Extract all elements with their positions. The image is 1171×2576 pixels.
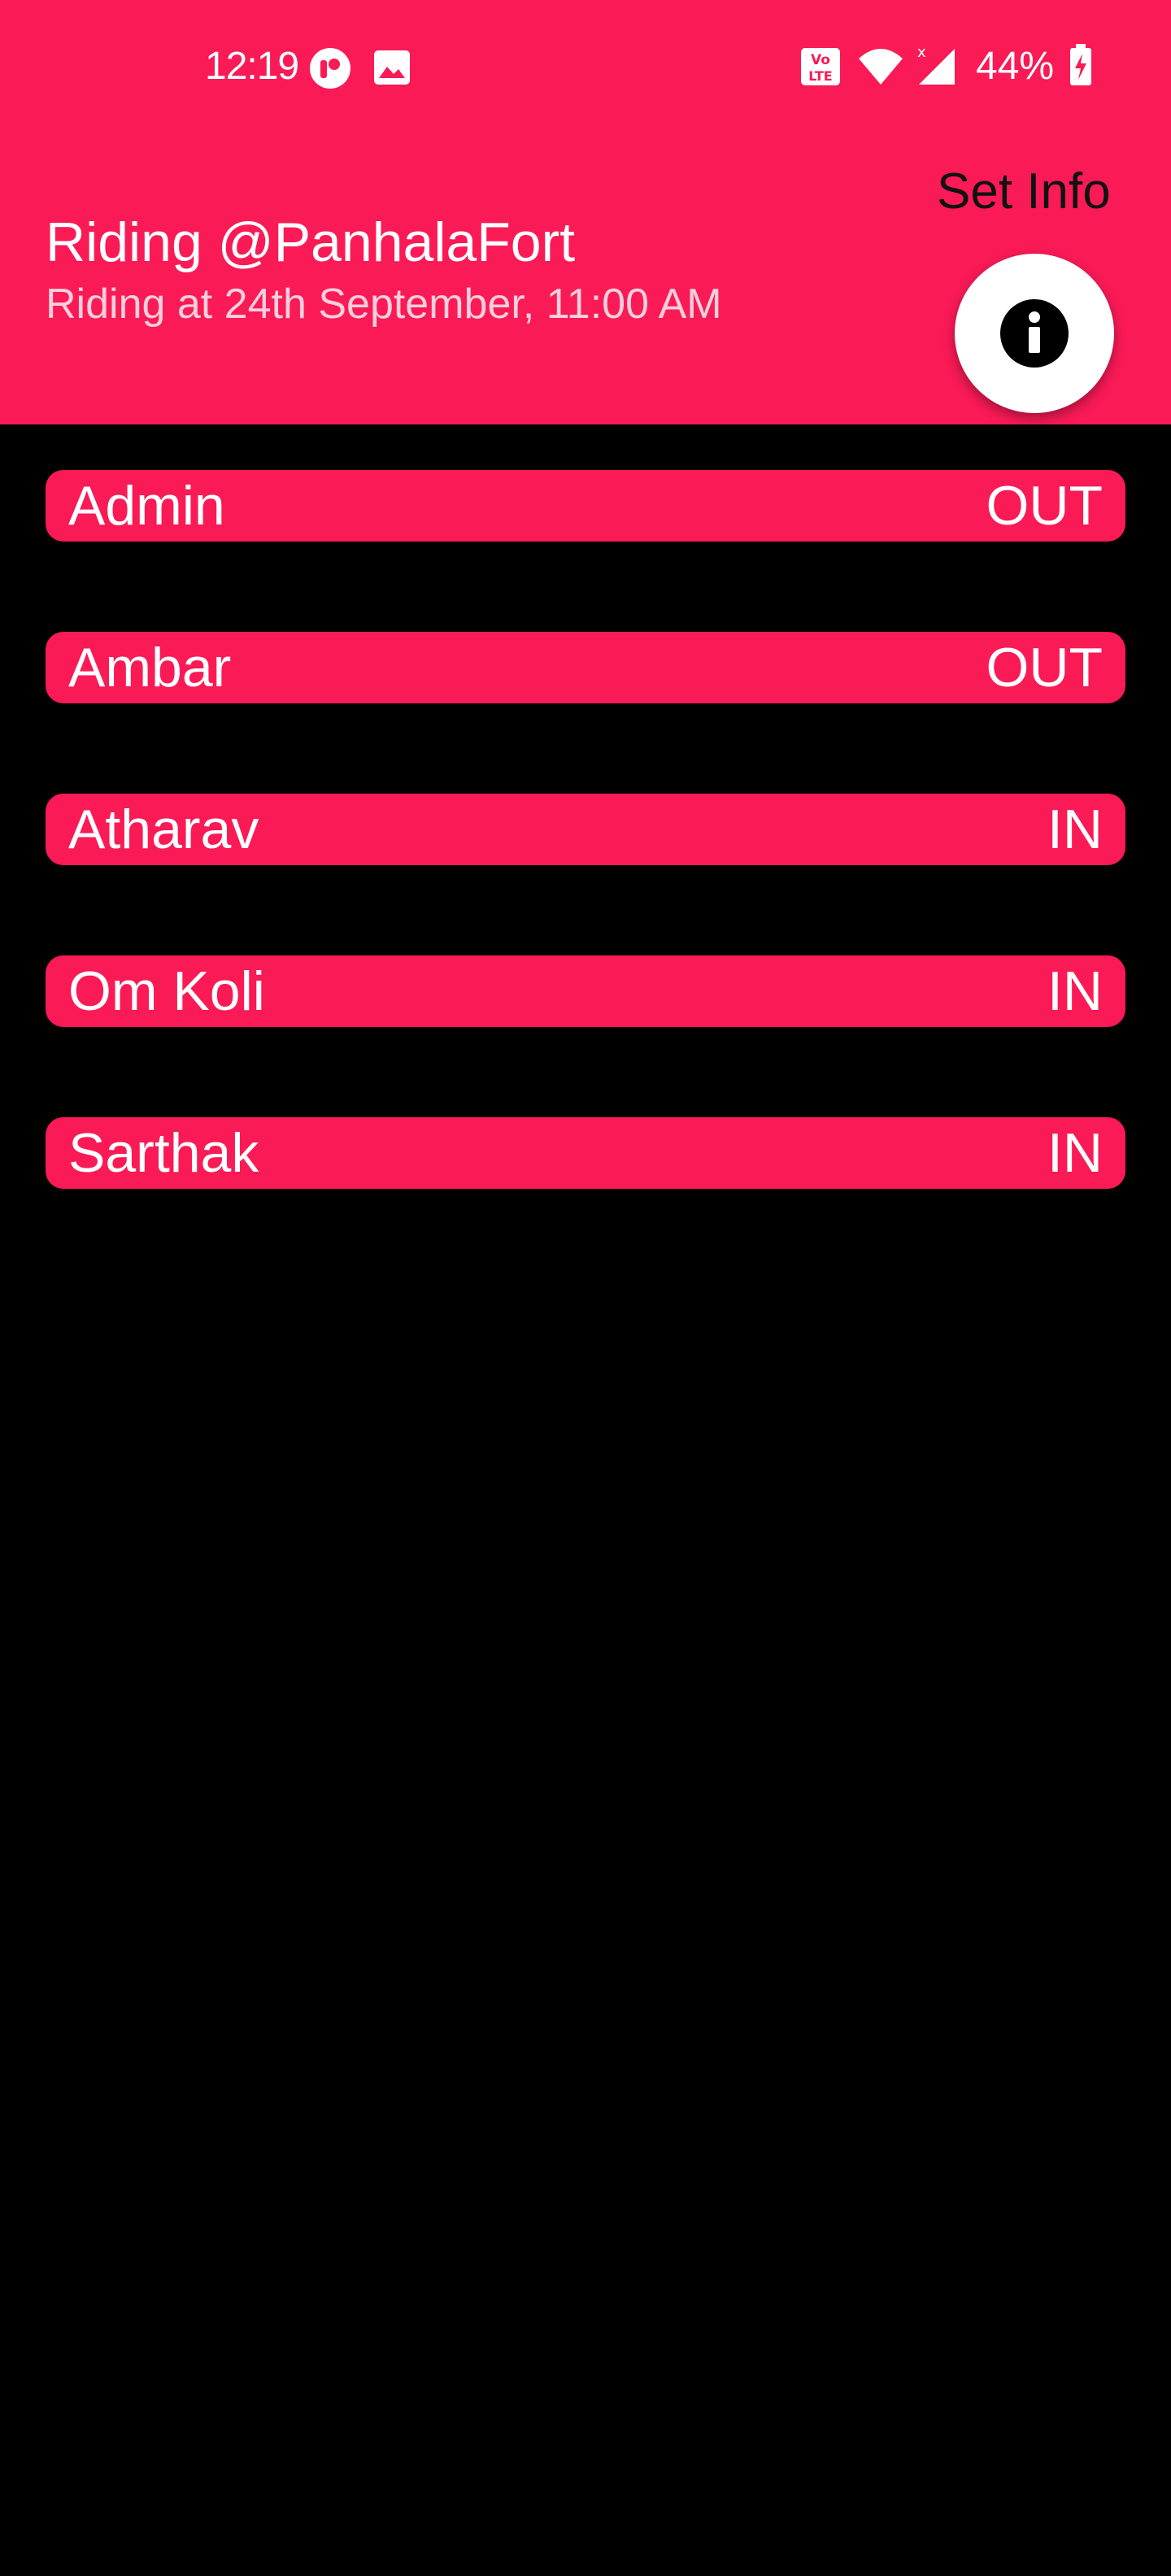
cell-signal-icon: x xyxy=(917,44,955,85)
set-info-button[interactable] xyxy=(955,254,1114,413)
member-status: OUT xyxy=(986,475,1103,537)
member-row[interactable]: Ambar OUT xyxy=(46,632,1125,703)
member-name: Om Koli xyxy=(68,960,265,1022)
member-name: Sarthak xyxy=(68,1122,259,1184)
app-header: 12:19 Vo LTE x 44% Riding @PanhalaFort R… xyxy=(0,0,1171,424)
member-status: IN xyxy=(1047,960,1103,1022)
member-name: Admin xyxy=(68,475,225,537)
status-bar: 12:19 Vo LTE x 44% xyxy=(0,0,1171,133)
info-icon xyxy=(1000,299,1069,368)
ride-title: Riding @PanhalaFort xyxy=(46,211,576,273)
member-row[interactable]: Sarthak IN xyxy=(46,1117,1125,1189)
ride-subtitle: Riding at 24th September, 11:00 AM xyxy=(46,281,722,328)
member-name: Atharav xyxy=(68,798,259,860)
set-info-label: Set Info xyxy=(937,163,1111,220)
member-status: OUT xyxy=(986,637,1103,698)
wifi-icon xyxy=(859,49,903,85)
app-notification-icon xyxy=(310,48,350,89)
image-notification-icon xyxy=(374,50,410,85)
member-row[interactable]: Om Koli IN xyxy=(46,955,1125,1027)
member-status: IN xyxy=(1047,798,1103,860)
member-row[interactable]: Admin OUT xyxy=(46,470,1125,542)
svg-text:x: x xyxy=(917,44,926,61)
svg-text:Vo: Vo xyxy=(811,52,830,68)
svg-text:LTE: LTE xyxy=(808,68,832,84)
member-list: Admin OUT Ambar OUT Atharav IN Om Koli I… xyxy=(46,470,1125,1279)
member-status: IN xyxy=(1047,1122,1103,1184)
status-time: 12:19 xyxy=(205,45,299,88)
volte-icon: Vo LTE xyxy=(801,48,840,85)
member-name: Ambar xyxy=(68,637,232,698)
battery-percentage: 44% xyxy=(976,45,1055,88)
member-row[interactable]: Atharav IN xyxy=(46,794,1125,865)
battery-charging-icon xyxy=(1070,44,1091,85)
